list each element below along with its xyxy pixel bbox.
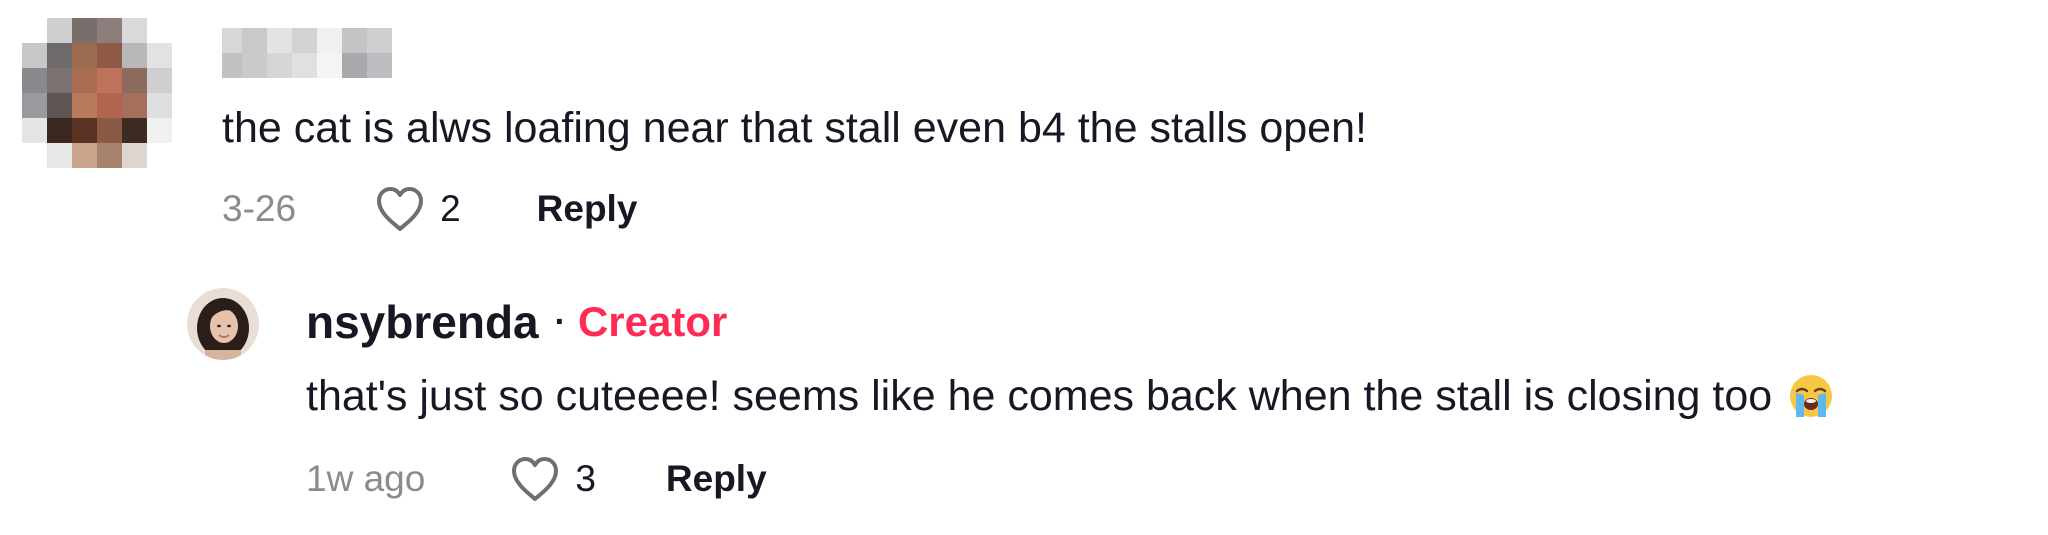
like-button[interactable]: 2 xyxy=(374,185,461,233)
loudly-crying-face-icon xyxy=(1790,375,1833,417)
comment-text: the cat is alws loafing near that stall … xyxy=(222,104,1367,152)
avatar-pixel-block xyxy=(47,18,72,43)
avatar-pixel-block xyxy=(122,18,147,43)
avatar-pixel-block xyxy=(122,43,147,68)
reply-text: that's just so cuteeee! seems like he co… xyxy=(306,372,1773,420)
avatar-pixel-block xyxy=(22,43,47,68)
avatar-pixel-block xyxy=(22,118,47,143)
avatar-pixel-block xyxy=(22,18,47,43)
avatar-pixel-block xyxy=(122,68,147,93)
avatar-pixel-block xyxy=(147,118,172,143)
avatar-pixel-block xyxy=(47,143,72,168)
avatar-pixel-block xyxy=(97,18,122,43)
avatar-pixel-block xyxy=(47,118,72,143)
avatar-pixel-block xyxy=(47,43,72,68)
reply-meta-row: 1w ago 3 Reply xyxy=(306,448,767,510)
avatar-pixel-block xyxy=(122,93,147,118)
avatar-pixel-block xyxy=(122,143,147,168)
avatar-pixel-block xyxy=(22,93,47,118)
avatar-pixel-block xyxy=(97,93,122,118)
avatar[interactable] xyxy=(22,18,172,168)
profile-photo-icon xyxy=(187,288,259,360)
avatar-pixel-block xyxy=(72,43,97,68)
like-count: 2 xyxy=(440,188,461,229)
creator-badge: Creator xyxy=(577,298,728,345)
comment-meta-row: 3-26 2 Reply xyxy=(222,178,637,240)
reply-avatar[interactable] xyxy=(187,288,259,360)
avatar-pixel-block xyxy=(72,143,97,168)
avatar-pixel-block xyxy=(147,68,172,93)
avatar-pixel-block xyxy=(97,118,122,143)
avatar-pixel-block xyxy=(72,68,97,93)
reply-text-row: that's just so cuteeee! seems like he co… xyxy=(306,368,1834,424)
redacted-username-blocks xyxy=(222,28,392,78)
avatar-pixel-block xyxy=(22,68,47,93)
avatar-pixel-block xyxy=(72,118,97,143)
reply-button[interactable]: Reply xyxy=(537,188,638,230)
reply-like-count: 3 xyxy=(575,458,596,499)
avatar-pixel-block xyxy=(72,18,97,43)
separator-dot: · xyxy=(554,302,566,341)
avatar-pixel-block xyxy=(47,93,72,118)
reply-username[interactable]: nsybrenda xyxy=(306,295,539,349)
avatar-pixel-block xyxy=(147,18,172,43)
reply-reply-button[interactable]: Reply xyxy=(666,458,767,500)
avatar-pixel-block xyxy=(97,143,122,168)
reply-header: nsybrenda · Creator xyxy=(306,292,727,352)
avatar-pixel-block xyxy=(147,93,172,118)
reply-like-button[interactable]: 3 xyxy=(509,455,596,503)
avatar-pixel-block xyxy=(22,143,47,168)
avatar-pixel-block xyxy=(147,43,172,68)
comment-thread: the cat is alws loafing near that stall … xyxy=(0,0,2048,535)
redacted-username[interactable] xyxy=(222,28,392,78)
avatar-pixel-block xyxy=(97,68,122,93)
reply-timestamp: 1w ago xyxy=(306,458,426,499)
avatar-pixel-block xyxy=(97,43,122,68)
comment-timestamp: 3-26 xyxy=(222,188,297,229)
avatar-pixel-block xyxy=(47,68,72,93)
avatar-pixel-block xyxy=(122,118,147,143)
avatar-pixel-block xyxy=(72,93,97,118)
avatar-pixel-block xyxy=(147,143,172,168)
heart-icon xyxy=(377,187,424,231)
heart-icon xyxy=(512,457,559,501)
